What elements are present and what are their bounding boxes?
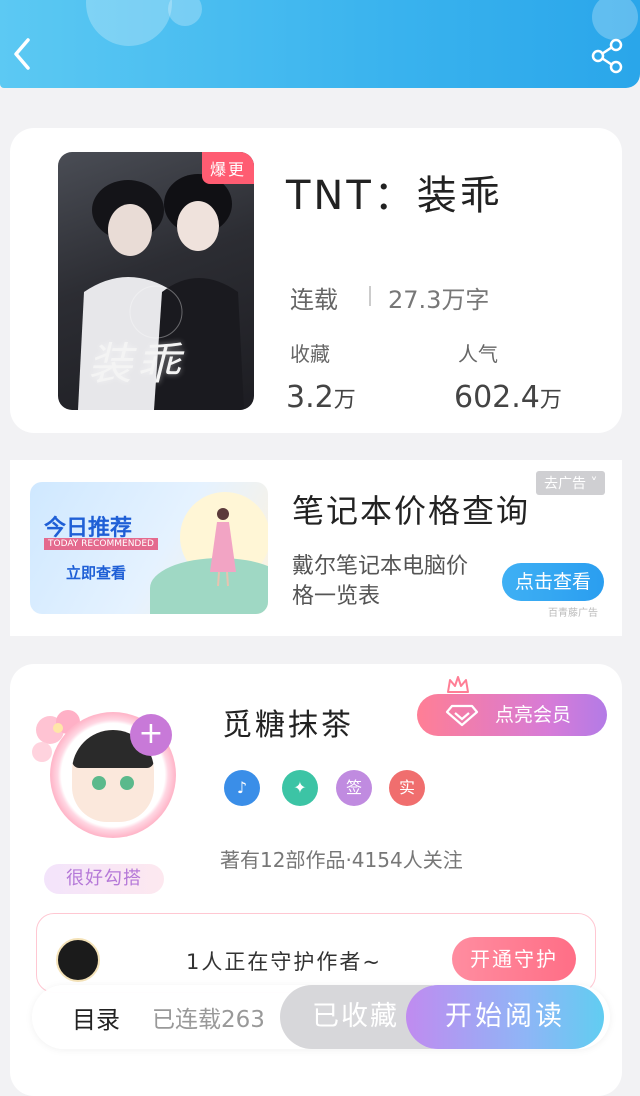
- ad-view-button[interactable]: 点击查看: [502, 563, 604, 601]
- collect-unit: 万: [333, 388, 356, 413]
- toc-button[interactable]: 目录: [72, 1000, 120, 1035]
- book-title: TNT：装乖: [286, 173, 503, 219]
- start-reading-button[interactable]: 开始阅读: [406, 985, 604, 1049]
- vip-button-label: 点亮会员: [495, 704, 572, 726]
- chevron-down-icon: ˅: [586, 476, 598, 492]
- word-count: 27.3万字: [388, 286, 490, 314]
- divider: [369, 286, 371, 306]
- music-badge-icon[interactable]: ♪: [224, 770, 260, 806]
- cover-badge: 爆更: [201, 152, 254, 184]
- follow-button[interactable]: +: [130, 714, 172, 756]
- share-icon[interactable]: [588, 36, 628, 76]
- author-stats: 著有12部作品·4154人关注: [220, 848, 463, 872]
- cover-title: 装乖: [88, 339, 184, 390]
- decor-bubble: [86, 0, 172, 46]
- ad-banner-image[interactable]: 今日推荐 TODAY RECOMMENDED 立即查看: [30, 482, 268, 614]
- popularity-unit: 万: [539, 388, 562, 413]
- vip-button[interactable]: 点亮会员: [417, 694, 607, 736]
- avatar-tag: 很好勾搭: [44, 864, 164, 894]
- banner-check-text: 立即查看: [66, 564, 127, 582]
- ad-title: 笔记本价格查询: [292, 492, 531, 530]
- avatar-eye: [92, 776, 106, 790]
- author-name[interactable]: 觅糖抹茶: [222, 700, 354, 744]
- open-guard-button[interactable]: 开通守护: [452, 937, 576, 981]
- decor-bubble: [592, 0, 638, 40]
- signed-badge-icon[interactable]: 签: [336, 770, 372, 806]
- ad-source: 百青藤广告: [548, 608, 598, 619]
- popularity-label: 人气: [458, 342, 498, 366]
- handshake-badge-icon[interactable]: ✦: [282, 770, 318, 806]
- guardian-avatar[interactable]: [56, 938, 100, 982]
- popularity-count: 602.4万: [454, 380, 562, 415]
- collect-value: 3.2: [286, 380, 334, 415]
- guard-text: 1人正在守护作者~: [186, 950, 382, 974]
- banner-girl-figure: [210, 508, 236, 587]
- collect-count: 3.2万: [286, 380, 356, 415]
- book-cover[interactable]: 爆更 装乖: [58, 152, 254, 410]
- popularity-value: 602.4: [454, 380, 540, 415]
- decor-bubble: [168, 0, 202, 26]
- crown-icon: [447, 676, 469, 693]
- banner-en-text: TODAY RECOMMENDED: [44, 538, 158, 550]
- collect-label: 收藏: [290, 342, 330, 366]
- serial-status: 连载: [290, 286, 338, 314]
- chevron-left-icon[interactable]: [6, 32, 42, 76]
- remove-ad-button[interactable]: 去广告 ˅: [536, 471, 606, 495]
- diamond-icon: [445, 704, 479, 727]
- verified-badge-icon[interactable]: 实: [389, 770, 425, 806]
- remove-ad-label: 去广告: [544, 476, 586, 492]
- top-bar: [0, 0, 640, 88]
- avatar-eye: [120, 776, 134, 790]
- toc-chapter-info[interactable]: 已连载263: [152, 1000, 265, 1034]
- ad-description: 戴尔笔记本电脑价格一览表: [292, 554, 469, 609]
